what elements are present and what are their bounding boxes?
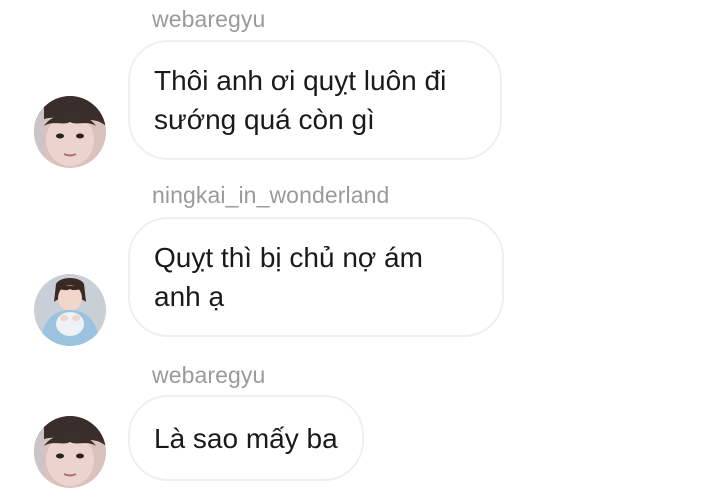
message-text-line: Quỵt thì bị chủ nợ ám bbox=[154, 242, 423, 273]
user-avatar[interactable] bbox=[34, 416, 106, 488]
avatar-image bbox=[34, 416, 106, 488]
message-username[interactable]: webaregyu bbox=[152, 6, 265, 33]
message-text-line: sướng quá còn gì bbox=[154, 104, 375, 135]
chat-thread: webaregyu Thôi anh ơi quỵt luôn đi sướng… bbox=[0, 0, 720, 492]
message-bubble[interactable]: Quỵt thì bị chủ nợ ám anh ạ bbox=[128, 217, 504, 337]
message-username[interactable]: webaregyu bbox=[152, 362, 265, 389]
user-avatar[interactable] bbox=[34, 96, 106, 168]
message-username[interactable]: ningkai_in_wonderland bbox=[152, 182, 389, 209]
message-text-line: Thôi anh ơi quỵt luôn đi bbox=[154, 65, 447, 96]
message-text-line: anh ạ bbox=[154, 281, 225, 312]
message-bubble[interactable]: Thôi anh ơi quỵt luôn đi sướng quá còn g… bbox=[128, 40, 502, 160]
message-text-line: Là sao mấy ba bbox=[154, 422, 338, 454]
message-bubble[interactable]: Là sao mấy ba bbox=[128, 395, 364, 481]
avatar-image bbox=[34, 96, 106, 168]
avatar-image bbox=[34, 274, 106, 346]
user-avatar[interactable] bbox=[34, 274, 106, 346]
